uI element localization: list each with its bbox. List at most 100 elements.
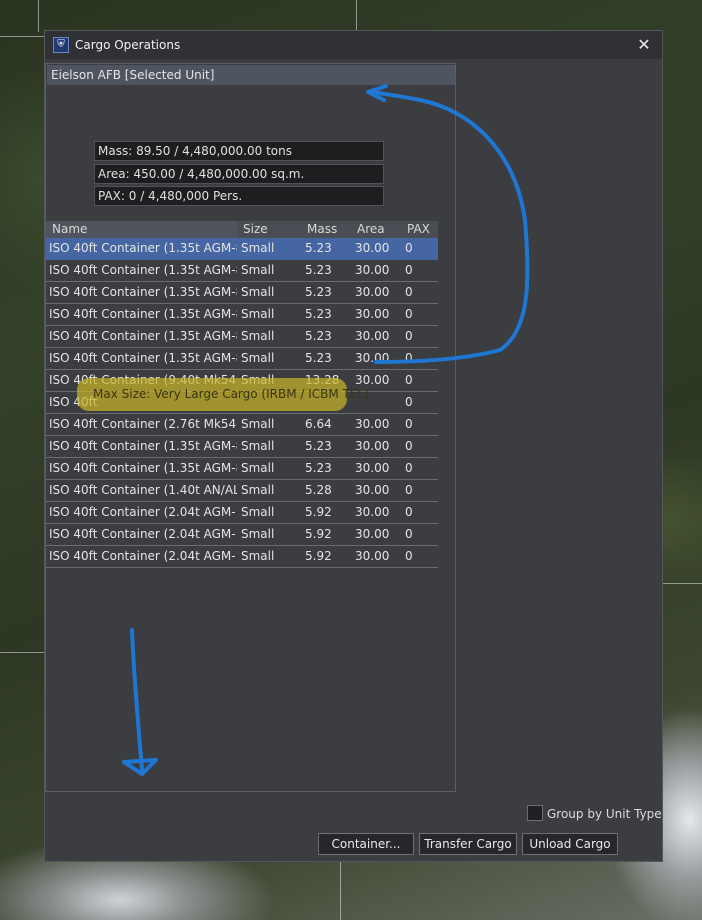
- cell-mass: 5.92: [305, 549, 332, 563]
- cell-area: 30.00: [355, 417, 390, 431]
- cell-size: Small: [241, 241, 275, 255]
- cell-area: 30.00: [355, 351, 390, 365]
- cell-mass: 5.92: [305, 505, 332, 519]
- cell-pax: 0: [405, 505, 413, 519]
- column-header-pax[interactable]: PAX: [407, 221, 430, 238]
- cargo-operations-window: ⛨ Cargo Operations ✕ Eielson AFB [Select…: [44, 30, 663, 862]
- cell-name: ISO 40ft Container (1.35t AGM-84...: [49, 263, 237, 277]
- cell-mass: 6.64: [305, 417, 332, 431]
- container-button[interactable]: Container...: [318, 833, 414, 855]
- cell-pax: 0: [405, 241, 413, 255]
- cell-pax: 0: [405, 329, 413, 343]
- close-button[interactable]: ✕: [634, 35, 654, 55]
- cell-name: ISO 40ft Container (2.04t AGM-15...: [49, 527, 237, 541]
- column-header-size[interactable]: Size: [243, 221, 268, 238]
- cell-size: Small: [241, 461, 275, 475]
- cell-size: Small: [241, 285, 275, 299]
- group-by-unit-type-checkbox[interactable]: [527, 805, 543, 821]
- cell-size: Small: [241, 549, 275, 563]
- table-row[interactable]: ISO 40ft Container (2.76t Mk54 H... Small…: [46, 414, 438, 436]
- cell-size: Small: [241, 263, 275, 277]
- cell-mass: 5.23: [305, 461, 332, 475]
- cell-mass: 5.23: [305, 351, 332, 365]
- cell-name: ISO 40ft Container (1.35t AGM-84...: [49, 241, 237, 255]
- cell-name: ISO 40ft Container (2.04t AGM-15...: [49, 505, 237, 519]
- cell-area: 30.00: [355, 439, 390, 453]
- cell-name: ISO 40ft Container (2.04t AGM-15...: [49, 549, 237, 563]
- selected-unit-header[interactable]: Eielson AFB [Selected Unit]: [47, 65, 455, 85]
- cell-pax: 0: [405, 461, 413, 475]
- table-row[interactable]: ISO 40ft Container (1.35t AGM-84... Small…: [46, 304, 438, 326]
- table-row[interactable]: ISO 40ft Container (1.35t AGM-84... Small…: [46, 348, 438, 370]
- cell-pax: 0: [405, 285, 413, 299]
- table-row[interactable]: ISO 40ft Container (1.35t AGM-84... Small…: [46, 326, 438, 348]
- column-header-name[interactable]: Name: [46, 221, 238, 238]
- cell-pax: 0: [405, 307, 413, 321]
- cell-name: ISO 40ft Container (1.35t AGM-84...: [49, 329, 237, 343]
- cargo-panel: Eielson AFB [Selected Unit] Mass: 89.50 …: [45, 63, 456, 792]
- table-row[interactable]: ISO 40ft Container (1.40t AN/ALE... Small…: [46, 480, 438, 502]
- cell-name: ISO 40ft Container (1.35t AGM-84...: [49, 285, 237, 299]
- cell-mass: 5.23: [305, 241, 332, 255]
- mass-stat: Mass: 89.50 / 4,480,000.00 tons: [94, 141, 384, 161]
- cell-area: 30.00: [355, 461, 390, 475]
- transfer-cargo-button[interactable]: Transfer Cargo: [419, 833, 517, 855]
- column-header-area[interactable]: Area: [357, 221, 385, 238]
- cell-pax: 0: [405, 527, 413, 541]
- table-row[interactable]: ISO 40ft Container (2.04t AGM-15... Small…: [46, 502, 438, 524]
- cell-size: Small: [241, 527, 275, 541]
- table-row[interactable]: ISO 40ft Container (1.35t AGM-84... Small…: [46, 282, 438, 304]
- cell-pax: 0: [405, 373, 413, 387]
- cell-pax: 0: [405, 483, 413, 497]
- cell-mass: 5.23: [305, 263, 332, 277]
- map-border-line: [663, 583, 702, 584]
- table-row[interactable]: ISO 40ft Container (2.04t AGM-15... Small…: [46, 524, 438, 546]
- cell-mass: 5.23: [305, 307, 332, 321]
- cell-pax: 0: [405, 263, 413, 277]
- table-row[interactable]: ISO 40ft Container (2.04t AGM-15... Small…: [46, 546, 438, 568]
- table-header: Name Size Mass Area PAX: [46, 221, 438, 238]
- table-row[interactable]: ISO 40ft Container (1.35t AGM-84... Small…: [46, 436, 438, 458]
- cell-area: 30.00: [355, 505, 390, 519]
- cell-area: 30.00: [355, 483, 390, 497]
- column-header-mass[interactable]: Mass: [307, 221, 337, 238]
- cell-name: ISO 40ft Container (1.35t AGM-84...: [49, 307, 237, 321]
- cell-size: Small: [241, 329, 275, 343]
- cell-area: 30.00: [355, 549, 390, 563]
- cell-size: Small: [241, 307, 275, 321]
- cell-area: 30.00: [355, 241, 390, 255]
- map-border-line: [38, 0, 39, 32]
- pax-stat: PAX: 0 / 4,480,000 Pers.: [94, 186, 384, 206]
- cell-size: Small: [241, 417, 275, 431]
- cell-name: ISO 40ft Container (1.35t AGM-84...: [49, 461, 237, 475]
- title-bar: ⛨ Cargo Operations ✕: [45, 31, 662, 59]
- max-size-tooltip: Max Size: Very Large Cargo (IRBM / ICBM …: [77, 378, 369, 411]
- map-border-line: [0, 36, 44, 37]
- cell-mass: 5.23: [305, 439, 332, 453]
- cell-size: Small: [241, 351, 275, 365]
- group-by-unit-type-label: Group by Unit Type: [547, 807, 662, 821]
- area-stat: Area: 450.00 / 4,480,000.00 sq.m.: [94, 164, 384, 184]
- table-row[interactable]: ISO 40ft Container (1.35t AGM-84... Small…: [46, 238, 438, 260]
- cell-pax: 0: [405, 351, 413, 365]
- cell-size: Small: [241, 505, 275, 519]
- cell-area: 30.00: [355, 527, 390, 541]
- map-border-line: [356, 0, 357, 30]
- cell-mass: 5.92: [305, 527, 332, 541]
- map-border-line: [340, 862, 341, 920]
- cell-mass: 5.23: [305, 285, 332, 299]
- map-border-line: [0, 652, 44, 653]
- cell-area: 30.00: [355, 263, 390, 277]
- table-row[interactable]: ISO 40ft Container (1.35t AGM-84... Small…: [46, 260, 438, 282]
- cell-area: 30.00: [355, 285, 390, 299]
- cell-name: ISO 40ft Container (2.76t Mk54 H...: [49, 417, 237, 431]
- cell-pax: 0: [405, 439, 413, 453]
- window-title: Cargo Operations: [75, 38, 181, 52]
- unload-cargo-button[interactable]: Unload Cargo: [522, 833, 618, 855]
- table-row[interactable]: ISO 40ft Container (1.35t AGM-84... Small…: [46, 458, 438, 480]
- cell-pax: 0: [405, 549, 413, 563]
- cell-name: ISO 40ft Container (1.40t AN/ALE...: [49, 483, 237, 497]
- cell-area: 30.00: [355, 307, 390, 321]
- cell-mass: 5.23: [305, 329, 332, 343]
- cell-size: Small: [241, 439, 275, 453]
